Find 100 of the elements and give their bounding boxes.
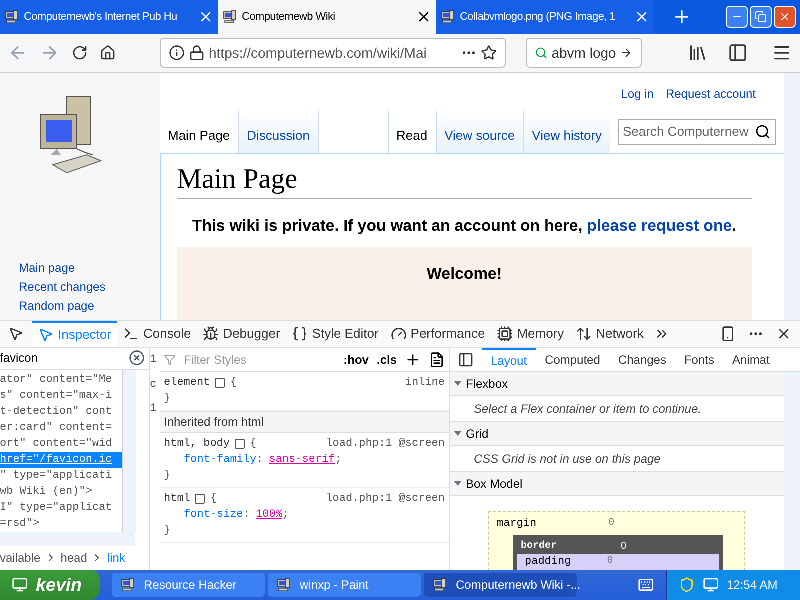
rules-toggle[interactable]: :hov — [344, 350, 369, 368]
account-link[interactable]: Request account — [666, 85, 756, 111]
browser-tab[interactable]: Computernewb's Internet Pub Hu — [0, 0, 218, 34]
library-icon[interactable] — [688, 43, 708, 63]
rule-selector: html, body — [164, 437, 230, 452]
info-icon — [169, 45, 185, 61]
account-link[interactable]: Log in — [621, 85, 654, 111]
markup-line[interactable]: " type="applicati — [0, 468, 122, 484]
sidebar-icon[interactable] — [728, 43, 748, 63]
markup-line[interactable]: wb Wiki (en)"> — [0, 484, 122, 500]
clear-icon[interactable] — [129, 350, 145, 366]
sidebar-tab[interactable]: Fonts — [675, 348, 724, 371]
markup-line[interactable]: er:card" content= — [0, 420, 122, 436]
minimize-button[interactable] — [726, 6, 748, 28]
responsive-icon[interactable] — [720, 326, 736, 342]
property-value[interactable]: 100% — [256, 507, 282, 523]
markup-search-field[interactable]: favicon — [0, 348, 149, 370]
markup-line[interactable]: s" content="max-i — [0, 388, 122, 404]
star-icon[interactable] — [481, 45, 497, 61]
taskbar-button[interactable]: Resource Hacker — [112, 573, 265, 597]
devtools-tab[interactable]: Network — [570, 321, 650, 347]
markup-line[interactable]: =rsd"> — [0, 516, 122, 532]
sidebar-link[interactable]: Main page — [19, 259, 160, 277]
highlight-icon[interactable] — [234, 438, 246, 450]
section-header[interactable]: Grid — [450, 422, 784, 446]
sidebar-link[interactable]: Random page — [19, 297, 160, 315]
page-tab[interactable]: Discussion — [239, 111, 320, 153]
property-name[interactable]: font-family — [184, 452, 257, 468]
page-tab[interactable]: View history — [523, 111, 610, 153]
tab-title: Computernewb's Internet Pub Hu — [24, 10, 178, 25]
devtools-tab[interactable]: Style Editor — [286, 321, 385, 347]
section-header[interactable]: Box Model — [450, 472, 784, 496]
highlight-icon[interactable] — [214, 377, 226, 389]
devtools-tab[interactable]: Debugger — [197, 321, 286, 347]
request-link[interactable]: please request one — [587, 218, 732, 235]
rule-source[interactable]: inline — [405, 375, 445, 391]
gutter-text: c — [150, 378, 158, 392]
markup-line[interactable]: ator" content="Me — [0, 372, 122, 388]
triangle-icon — [454, 431, 462, 436]
rules-toggle[interactable]: .cls — [376, 350, 397, 368]
keyboard-icon[interactable] — [638, 577, 654, 593]
computer-icon — [432, 577, 448, 593]
property-name[interactable]: font-size — [184, 507, 244, 523]
breadcrumb[interactable]: head — [60, 549, 88, 568]
task-label: winxp - Paint — [300, 577, 369, 594]
sidebar-tab[interactable]: Changes — [609, 348, 676, 371]
sidebar-link[interactable]: Recent changes — [19, 278, 160, 296]
taskbar-button[interactable]: winxp - Paint — [268, 573, 421, 597]
page-tab[interactable]: View source — [436, 111, 524, 153]
highlight-icon[interactable] — [194, 493, 206, 505]
devtools-tab[interactable]: Inspector — [32, 321, 118, 347]
computer-icon — [4, 9, 20, 25]
url-text: https://computernewb.com/wiki/Mai — [209, 44, 428, 63]
restore-icon — [755, 11, 767, 23]
arrows-icon — [576, 326, 592, 342]
braces-icon — [292, 326, 308, 342]
section-title: Box Model — [466, 476, 523, 492]
reload-icon[interactable] — [72, 45, 88, 61]
border-value: 0 — [621, 540, 627, 554]
search-icon[interactable] — [755, 124, 771, 140]
start-button[interactable]: kevin — [0, 570, 100, 600]
gauge-icon — [390, 326, 407, 342]
tab-label: Network — [596, 325, 644, 344]
markup-line[interactable]: I" type="applicat — [0, 500, 122, 516]
sidebar-tab[interactable]: Animat — [723, 348, 779, 371]
rule-selector: html — [164, 492, 190, 507]
section-header[interactable]: Flexbox — [450, 372, 784, 396]
document-icon[interactable] — [429, 352, 445, 368]
sidebar-tab[interactable]: Computed — [536, 348, 610, 371]
markup-line[interactable]: ort" content="wid — [0, 436, 122, 452]
colon: : — [256, 453, 264, 468]
breadcrumb[interactable]: vailable — [0, 549, 41, 568]
panel-toggle-icon[interactable] — [458, 352, 474, 368]
close-button[interactable] — [774, 6, 796, 28]
markup-line[interactable]: t-detection" cont — [0, 404, 122, 420]
breadcrumb[interactable]: link — [107, 549, 126, 568]
task-label: Resource Hacker — [144, 577, 237, 594]
pick-element-icon[interactable] — [8, 326, 24, 342]
rule-source[interactable]: load.php:1 @screen — [326, 491, 445, 507]
browser-tab[interactable]: Computernewb Wiki — [218, 0, 436, 34]
filter-field[interactable]: Filter Styles — [184, 350, 336, 368]
computer-icon — [276, 577, 292, 593]
inherited-header: Inherited from html — [160, 411, 449, 433]
search-field[interactable]: abvm logo — [526, 38, 642, 68]
browser-tab[interactable]: Collabvmlogo.png (PNG Image, 1 — [436, 0, 654, 34]
rule-source[interactable]: load.php:1 @screen — [326, 436, 445, 452]
devtools-tab[interactable]: Memory — [491, 321, 570, 347]
computer-icon — [440, 9, 456, 25]
padding-label: padding — [524, 554, 572, 570]
shield-icon[interactable] — [679, 577, 695, 593]
add-icon[interactable] — [405, 352, 421, 368]
devtools-tab[interactable]: Console — [117, 321, 198, 347]
restore-button[interactable] — [750, 6, 772, 28]
property-value[interactable]: sans-serif — [269, 452, 336, 468]
wiki-search-field[interactable]: Search Computernew — [618, 119, 776, 145]
clock: 12:54 AM — [727, 577, 778, 594]
devtools-tab[interactable]: Performance — [384, 321, 492, 347]
home-icon[interactable] — [100, 45, 116, 61]
address-field[interactable]: https://computernewb.com/wiki/Mai — [160, 38, 506, 68]
bug-icon — [203, 326, 220, 342]
